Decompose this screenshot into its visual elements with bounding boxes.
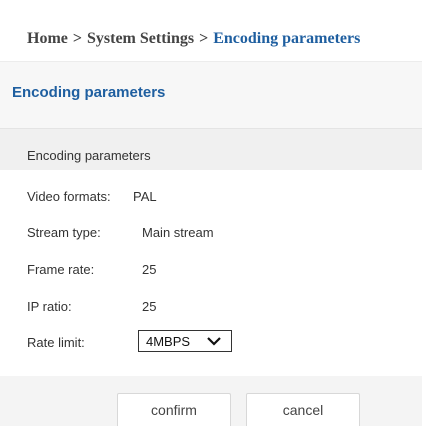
stream-type-label: Stream type:: [27, 225, 101, 240]
rate-limit-label: Rate limit:: [27, 335, 85, 350]
page-title: Encoding parameters: [12, 84, 166, 101]
confirm-button[interactable]: confirm: [117, 393, 231, 426]
frame-rate-value: 25: [142, 262, 157, 277]
breadcrumb-separator: >: [72, 30, 82, 47]
stream-type-value: Main stream: [142, 225, 214, 240]
breadcrumb: Home > System Settings > Encoding parameters: [0, 0, 422, 62]
ip-ratio-value: 25: [142, 299, 157, 314]
breadcrumb-separator: >: [199, 30, 209, 47]
video-formats-value: PAL: [133, 189, 157, 204]
breadcrumb-system-settings[interactable]: System Settings: [87, 30, 194, 47]
ip-ratio-label: IP ratio:: [27, 299, 72, 314]
chevron-down-icon: [207, 337, 221, 346]
rate-limit-selected-value: 4MBPS: [146, 334, 191, 349]
video-formats-label: Video formats:: [27, 189, 111, 204]
frame-rate-label: Frame rate:: [27, 262, 95, 277]
cancel-button[interactable]: cancel: [246, 393, 360, 426]
breadcrumb-home[interactable]: Home: [27, 30, 68, 47]
breadcrumb-current: Encoding parameters: [213, 30, 361, 47]
rate-limit-select[interactable]: 4MBPS: [138, 330, 232, 352]
panel-header-label: Encoding parameters: [27, 148, 151, 163]
